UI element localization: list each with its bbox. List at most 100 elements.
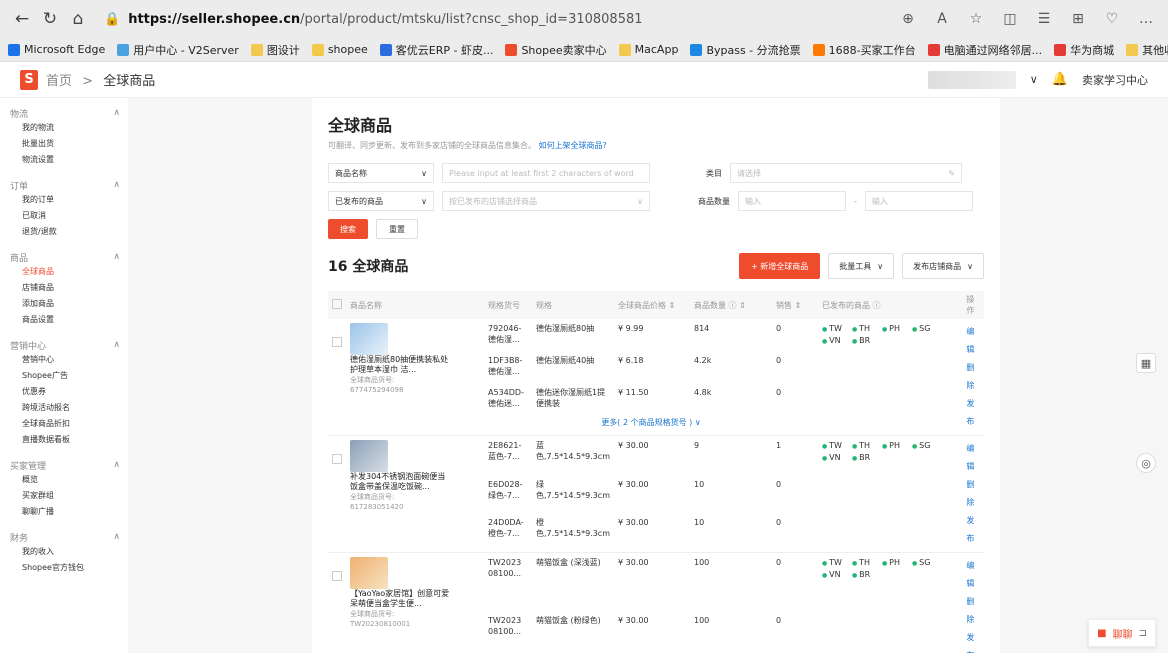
shop-select[interactable]: 按已发布的店铺选择商品 ∨ bbox=[442, 191, 650, 211]
publish-link[interactable]: 发布 bbox=[966, 395, 980, 431]
sidebar-item[interactable]: 营销中心 bbox=[0, 352, 128, 368]
extensions-icon[interactable]: ♡ bbox=[1098, 11, 1126, 27]
sidebar-item[interactable]: 批量出货 bbox=[0, 136, 128, 152]
bookmark-item[interactable]: 图设计 bbox=[250, 42, 300, 58]
select-all-checkbox[interactable] bbox=[332, 299, 342, 309]
reset-button[interactable]: 重置 bbox=[376, 219, 418, 239]
favorite-star-icon[interactable]: ☆ bbox=[962, 11, 990, 27]
product-name[interactable]: 补发304不锈钢泡面碗便当饭盒带盖保温吃饭碗... bbox=[350, 472, 450, 492]
sidebar-item[interactable]: 我的收入 bbox=[0, 544, 128, 560]
sidebar-item[interactable]: 买家群组 bbox=[0, 488, 128, 504]
category-select[interactable]: 请选择 ✎ bbox=[730, 163, 962, 183]
bookmark-item[interactable]: 华为商城 bbox=[1054, 42, 1114, 58]
bookmark-item[interactable]: MacApp bbox=[618, 43, 678, 56]
table-header: 规格 bbox=[532, 291, 614, 319]
bell-icon[interactable]: 🔔 bbox=[1052, 72, 1068, 87]
variant-sales: 1 bbox=[776, 441, 782, 450]
sidebar-item[interactable]: 已取消 bbox=[0, 208, 128, 224]
bookmark-item[interactable]: 客优云ERP - 虾皮... bbox=[379, 42, 493, 58]
sidebar-item[interactable]: 我的物流 bbox=[0, 120, 128, 136]
account-switcher[interactable] bbox=[927, 70, 1016, 89]
back-icon[interactable]: ← bbox=[8, 5, 36, 33]
breadcrumb-home[interactable]: 首页 bbox=[46, 74, 72, 89]
edit-link[interactable]: 编辑 bbox=[966, 323, 980, 359]
sidebar-group-header[interactable]: 订单 ∧ bbox=[0, 178, 128, 192]
sidebar-item[interactable]: 全球商品折扣 bbox=[0, 416, 128, 432]
product-image[interactable] bbox=[350, 557, 388, 589]
sidebar-item[interactable]: 优惠券 bbox=[0, 384, 128, 400]
shopee-logo-icon[interactable]: S bbox=[20, 69, 38, 90]
url-path: /portal/product/mtsku/list?cnsc_shop_id=… bbox=[300, 11, 643, 27]
learning-center-link[interactable]: 卖家学习中心 bbox=[1082, 72, 1148, 88]
sidebar-item[interactable]: 店铺商品 bbox=[0, 280, 128, 296]
bookmark-item[interactable]: Bypass - 分流抢票 bbox=[690, 42, 801, 58]
refresh-icon[interactable]: ↻ bbox=[36, 5, 64, 33]
chat-icon: ■ bbox=[1097, 627, 1107, 639]
bookmark-item[interactable]: 电脑通过网络邻居... bbox=[927, 42, 1042, 58]
read-aloud-icon[interactable]: A bbox=[928, 11, 956, 27]
bookmark-item[interactable]: shopee bbox=[311, 43, 368, 56]
bookmark-folder-other[interactable]: 其他收藏夹 bbox=[1126, 42, 1168, 58]
edit-link[interactable]: 编辑 bbox=[966, 557, 980, 593]
zoom-icon[interactable]: ⊕ bbox=[894, 11, 922, 27]
bookmark-item[interactable]: Microsoft Edge bbox=[8, 43, 105, 56]
sidebar-group-header[interactable]: 买家管理 ∧ bbox=[0, 458, 128, 472]
sidebar-group-header[interactable]: 商品 ∧ bbox=[0, 250, 128, 264]
sidebar-item[interactable]: 添加商品 bbox=[0, 296, 128, 312]
sidebar-item[interactable]: 物流设置 bbox=[0, 152, 128, 168]
row-checkbox[interactable] bbox=[332, 571, 342, 581]
address-bar[interactable]: 🔒 https://seller.shopee.cn /portal/produ… bbox=[104, 5, 894, 33]
publish-shop-product-button[interactable]: 发布店铺商品 ∨ bbox=[902, 253, 984, 279]
bookmark-item[interactable]: 用户中心 - V2Server bbox=[117, 42, 239, 58]
bulk-tools-button[interactable]: 批量工具 ∨ bbox=[828, 253, 895, 279]
sidebar-group-header[interactable]: 物流 ∧ bbox=[0, 106, 128, 120]
chat-button[interactable]: ■ 聊聊 ⊐ bbox=[1088, 619, 1156, 647]
sidebar-group-header[interactable]: 营销中心 ∧ bbox=[0, 338, 128, 352]
publish-link[interactable]: 发布 bbox=[966, 512, 980, 548]
published-filter-select[interactable]: 已发布的商品 ∨ bbox=[328, 191, 434, 211]
sidebar-item[interactable]: 聊聊广播 bbox=[0, 504, 128, 520]
keyword-input[interactable]: Please input at least first 2 characters… bbox=[442, 163, 650, 183]
bookmark-item[interactable]: Shopee卖家中心 bbox=[505, 42, 607, 58]
sidebar-item[interactable]: Shopee官方钱包 bbox=[0, 560, 128, 576]
site-tag: SG bbox=[912, 557, 942, 569]
product-name[interactable]: 德佑湿厕纸80抽便携装私处护理草本湿巾 洁... bbox=[350, 355, 450, 375]
more-variants-link[interactable]: 更多( 2 个商品规格货号 ) ∨ bbox=[484, 415, 818, 436]
bookmark-label: 华为商城 bbox=[1070, 43, 1115, 57]
sidebar-item[interactable]: 我的订单 bbox=[0, 192, 128, 208]
sidebar-item[interactable]: 跨境活动报名 bbox=[0, 400, 128, 416]
sidebar-item[interactable]: 退货/退款 bbox=[0, 224, 128, 240]
chart-icon[interactable]: ▦ bbox=[1136, 353, 1156, 373]
row-checkbox[interactable] bbox=[332, 454, 342, 464]
sidebar-item[interactable]: 商品设置 bbox=[0, 312, 128, 328]
delete-link[interactable]: 删除 bbox=[966, 593, 980, 629]
more-icon[interactable]: … bbox=[1132, 11, 1160, 27]
bookmark-item[interactable]: 1688-买家工作台 bbox=[812, 42, 916, 58]
edit-link[interactable]: 编辑 bbox=[966, 440, 980, 476]
collections-icon[interactable]: ⊞ bbox=[1064, 11, 1092, 27]
sidebar-item[interactable]: 直播数据看板 bbox=[0, 432, 128, 448]
quantity-max-input[interactable]: 输入 bbox=[864, 191, 973, 211]
chevron-up-icon: ∧ bbox=[113, 532, 120, 542]
favorites-icon[interactable]: ☰ bbox=[1030, 11, 1058, 27]
how-to-list-link[interactable]: 如何上架全球商品? bbox=[539, 141, 607, 150]
add-global-product-button[interactable]: + 新增全球商品 bbox=[739, 253, 821, 279]
product-image[interactable] bbox=[350, 440, 388, 472]
product-name[interactable]: 【YaoYao家居馆】创意可爱呆萌便当盒学生便... bbox=[350, 589, 450, 609]
search-button[interactable]: 搜索 bbox=[328, 219, 368, 239]
publish-link[interactable]: 发布 bbox=[966, 629, 980, 653]
split-screen-icon[interactable]: ◫ bbox=[996, 11, 1024, 27]
delete-link[interactable]: 删除 bbox=[966, 476, 980, 512]
sidebar-item[interactable]: Shopee广告 bbox=[0, 368, 128, 384]
delete-link[interactable]: 删除 bbox=[966, 359, 980, 395]
help-icon[interactable]: ◎ bbox=[1136, 453, 1156, 473]
row-checkbox[interactable] bbox=[332, 337, 342, 347]
chevron-down-icon[interactable]: ∨ bbox=[1030, 73, 1038, 86]
sidebar-group-header[interactable]: 财务 ∧ bbox=[0, 530, 128, 544]
filter-field-select[interactable]: 商品名称 ∨ bbox=[328, 163, 434, 183]
home-icon[interactable]: ⌂ bbox=[64, 5, 92, 33]
sidebar-item[interactable]: 全球商品 bbox=[0, 264, 128, 280]
product-image[interactable] bbox=[350, 323, 388, 355]
sidebar-item[interactable]: 概览 bbox=[0, 472, 128, 488]
quantity-min-input[interactable]: 输入 bbox=[738, 191, 846, 211]
